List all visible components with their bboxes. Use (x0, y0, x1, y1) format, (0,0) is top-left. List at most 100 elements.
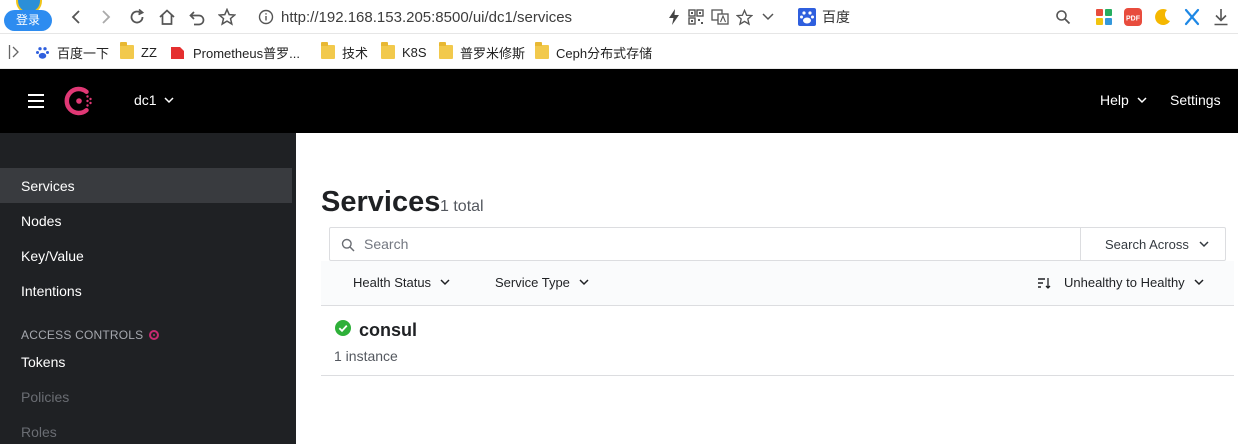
sidebar-item-label: Tokens (21, 353, 66, 370)
search-engine-box[interactable]: 百度 (798, 6, 850, 28)
arrow-right-icon (102, 10, 111, 24)
pdf-icon: PDF (1124, 8, 1142, 26)
sidebar-toggle-icon (8, 45, 19, 59)
browser-login-badge[interactable]: 登录 (4, 0, 52, 31)
service-list-item[interactable]: consul 1 instance (321, 306, 1234, 376)
apps-button[interactable] (1093, 6, 1115, 28)
download-icon (1214, 9, 1228, 26)
pdf-button[interactable]: PDF (1122, 6, 1144, 28)
star-icon (218, 8, 236, 26)
lightning-icon (669, 9, 679, 25)
sidebar-item-nodes[interactable]: Nodes (0, 203, 292, 238)
undo-icon (189, 11, 205, 26)
service-count: 1 total (440, 198, 484, 215)
address-bar[interactable]: http://192.168.153.205:8500/ui/dc1/servi… (258, 7, 572, 27)
bookmark-star-button[interactable] (216, 6, 238, 28)
arrow-left-icon (71, 10, 80, 24)
back-button[interactable] (65, 6, 87, 28)
service-instance-count: 1 instance (334, 348, 398, 364)
sort-label: Unhealthy to Healthy (1064, 275, 1185, 290)
bookmark-prometheus-cn[interactable]: 普罗米修斯 (439, 42, 526, 61)
menu-bar-bottom (28, 106, 44, 108)
chevron-down-icon (164, 96, 174, 103)
home-button[interactable] (156, 6, 178, 28)
bookmark-baidu[interactable]: 百度一下 (35, 43, 109, 61)
translate-button[interactable] (710, 7, 730, 27)
search-bar: Search Across (329, 227, 1226, 261)
sidebar-toggle[interactable] (8, 43, 20, 61)
forward-button[interactable] (95, 6, 117, 28)
home-icon (159, 9, 175, 25)
settings-link[interactable]: Settings (1170, 92, 1221, 108)
datacenter-selector[interactable]: dc1 (134, 92, 174, 108)
service-type-filter[interactable]: Service Type (495, 275, 589, 290)
consul-logo-icon[interactable] (62, 84, 96, 118)
sidebar-item-policies: Policies (0, 379, 292, 414)
screenshot-tool-button[interactable] (1181, 6, 1203, 28)
bookmark-ceph[interactable]: Ceph分布式存储 (535, 42, 653, 61)
sort-icon (1038, 277, 1051, 289)
bookmarks-bar: 百度一下 ZZ Prometheus普罗... 技术 K8S 普罗米修斯 Cep… (0, 35, 1238, 69)
page-title: Services (321, 186, 441, 218)
undo-close-tab-button[interactable] (186, 6, 208, 28)
reload-button[interactable] (126, 6, 148, 28)
night-mode-button[interactable] (1152, 6, 1174, 28)
sidebar-item-label: Nodes (21, 212, 62, 229)
bookmark-k8s[interactable]: K8S (381, 42, 427, 61)
bookmark-tech[interactable]: 技术 (321, 42, 368, 61)
section-label: ACCESS CONTROLS (21, 328, 144, 342)
sidebar-item-key-value[interactable]: Key/Value (0, 238, 292, 273)
menu-bar-top (28, 94, 44, 96)
star-outline-icon (735, 8, 753, 25)
sidebar-item-intentions[interactable]: Intentions (0, 273, 292, 308)
help-menu[interactable]: Help (1100, 92, 1147, 108)
moon-icon (1155, 8, 1170, 25)
sidebar-item-label: Services (21, 177, 75, 194)
datacenter-label: dc1 (134, 92, 157, 108)
sidebar-item-tokens[interactable]: Tokens (0, 344, 292, 379)
bookmark-prometheus[interactable]: Prometheus普罗... (170, 43, 300, 61)
app-header: dc1 Help Settings (0, 69, 1238, 133)
health-passing-icon (335, 320, 351, 336)
sidebar-item-label: Intentions (21, 282, 82, 299)
prometheus-icon (171, 46, 184, 59)
search-across-label: Search Across (1105, 236, 1189, 252)
translate-icon (711, 9, 729, 25)
reload-icon (130, 8, 145, 24)
menu-button[interactable] (28, 94, 44, 108)
sidebar-item-label: Policies (21, 388, 70, 405)
magnifier-icon (1056, 10, 1071, 25)
address-dropdown-button[interactable] (758, 7, 778, 27)
info-icon (258, 9, 274, 25)
qr-code-button[interactable] (686, 7, 706, 27)
search-across-dropdown[interactable]: Search Across (1080, 228, 1226, 260)
filter-label: Service Type (495, 275, 570, 290)
main-content: Services 1 total Search Across Health St… (296, 133, 1238, 444)
chevron-down-icon (1194, 279, 1204, 286)
bookmark-label: 普罗米修斯 (460, 45, 526, 61)
chevron-down-icon (579, 279, 589, 286)
sort-dropdown[interactable]: Unhealthy to Healthy (1037, 275, 1204, 290)
health-status-filter[interactable]: Health Status (353, 275, 450, 290)
bookmark-label: Prometheus普罗... (193, 45, 300, 61)
folder-icon (321, 42, 335, 59)
sidebar-item-services[interactable]: Services (0, 168, 292, 203)
settings-label: Settings (1170, 92, 1221, 108)
baidu-paw-icon (798, 8, 816, 26)
service-name[interactable]: consul (359, 320, 417, 341)
login-label: 登录 (4, 10, 52, 31)
download-button[interactable] (1210, 6, 1232, 28)
menu-bar-middle (28, 100, 44, 102)
favorite-button[interactable] (734, 7, 754, 27)
lightning-button[interactable] (664, 7, 684, 27)
bookmark-zz[interactable]: ZZ (120, 42, 157, 61)
sidebar-item-label: Roles (21, 423, 57, 440)
search-button[interactable] (1052, 6, 1074, 28)
bookmark-label: K8S (402, 44, 427, 60)
bookmark-label: 百度一下 (57, 45, 110, 61)
filter-label: Health Status (353, 275, 432, 290)
search-input[interactable] (364, 233, 1064, 255)
baidu-paw-icon (36, 46, 49, 59)
bookmark-label: Ceph分布式存储 (556, 45, 653, 61)
qr-code-icon (688, 9, 704, 25)
